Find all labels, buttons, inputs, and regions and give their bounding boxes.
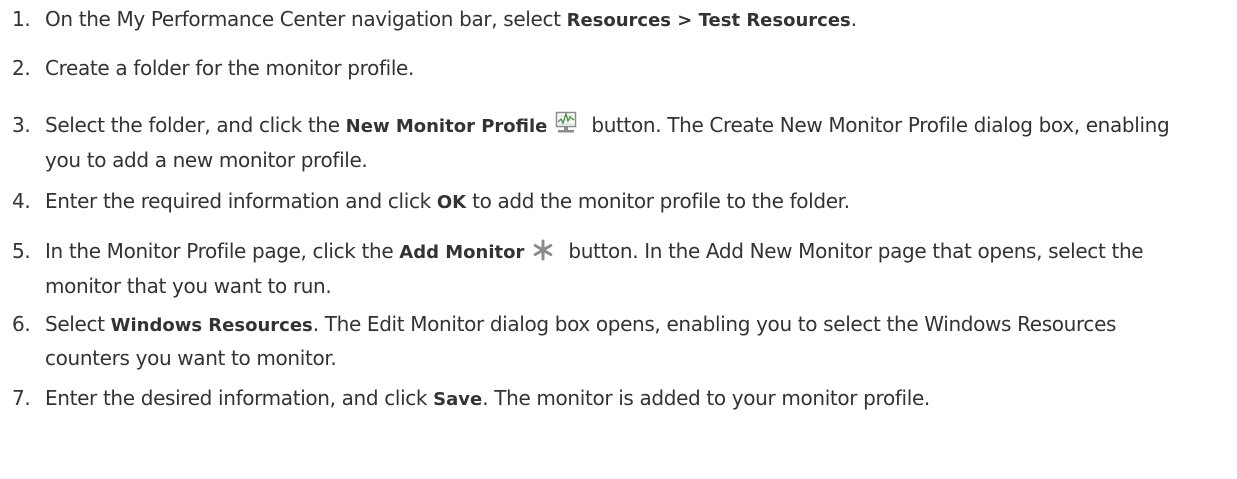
button-name: Save [433, 389, 483, 410]
button-name: OK [436, 192, 467, 213]
step-text: Enter the required information and click… [45, 189, 850, 213]
new-monitor-profile-icon [555, 111, 577, 144]
menu-path: Resources > Test Resources [566, 10, 851, 31]
button-name: Add Monitor [399, 242, 525, 263]
asterisk-icon [532, 238, 554, 270]
step-number: 5. [12, 239, 31, 263]
step-7: 7. Enter the desired information, and cl… [12, 382, 1212, 416]
step-5: 5. In the Monitor Profile page, click th… [12, 235, 1212, 302]
step-text: In the Monitor Profile page, click the A… [45, 238, 1144, 298]
step-number: 3. [12, 113, 31, 137]
step-number: 2. [12, 56, 31, 80]
step-number: 7. [12, 386, 31, 410]
step-1: 1. On the My Performance Center navigati… [12, 3, 1212, 37]
step-text: Create a folder for the monitor profile. [45, 56, 415, 80]
monitor-name: Windows Resources [110, 315, 313, 336]
step-number: 4. [12, 189, 31, 213]
step-4: 4. Enter the required information and cl… [12, 185, 1212, 219]
step-text: On the My Performance Center navigation … [45, 7, 857, 31]
step-6: 6. Select Windows Resources. The Edit Mo… [12, 308, 1212, 374]
step-number: 6. [12, 312, 31, 336]
step-text: Enter the desired information, and click… [45, 386, 930, 410]
step-text: Select the folder, and click the New Mon… [45, 111, 1170, 172]
step-2: 2. Create a folder for the monitor profi… [12, 52, 1212, 84]
button-name: New Monitor Profile [345, 116, 548, 137]
step-3: 3. Select the folder, and click the New … [12, 109, 1212, 176]
step-text: Select Windows Resources. The Edit Monit… [45, 312, 1117, 370]
step-number: 1. [12, 7, 31, 31]
